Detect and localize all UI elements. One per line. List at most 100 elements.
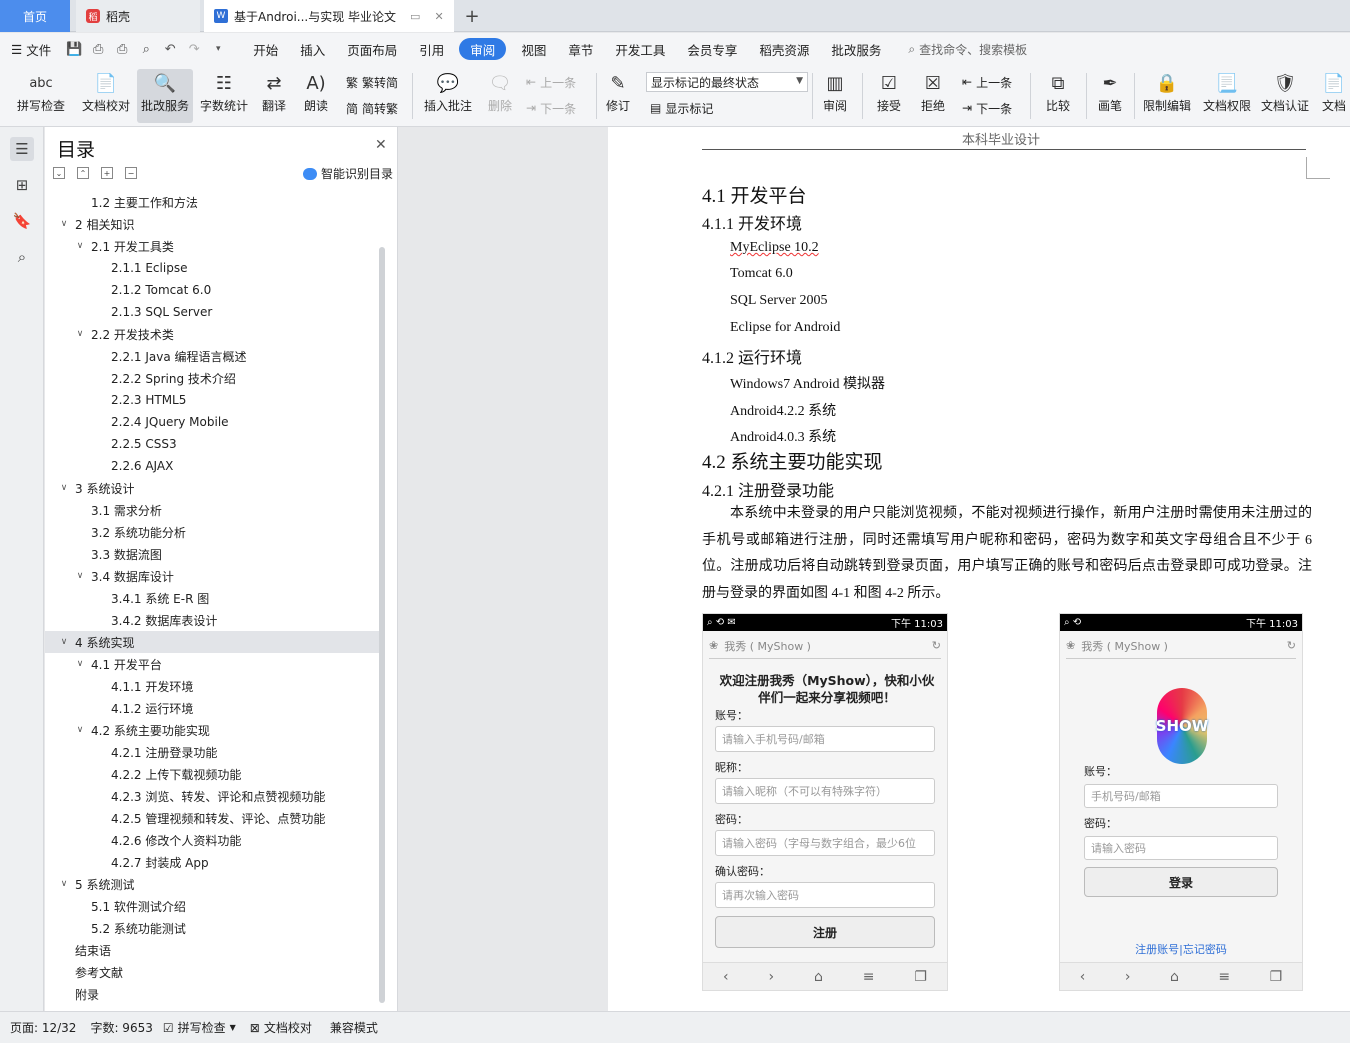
toc-item[interactable]: ∨ 4.1 开发平台	[45, 653, 380, 675]
toc-item[interactable]: 2.1.1 Eclipse	[45, 257, 380, 279]
chevron-down-icon[interactable]: ∨	[57, 637, 71, 647]
toc-item[interactable]: 1.2 主要工作和方法	[45, 191, 380, 213]
more-document-button[interactable]: 📄 文档	[1318, 69, 1350, 123]
remove-heading-icon[interactable]: −	[125, 167, 137, 179]
page-indicator[interactable]: 页面: 12/32	[10, 1019, 76, 1036]
toc-item[interactable]: 2.1.3 SQL Server	[45, 301, 380, 323]
chevron-down-icon[interactable]: ∨	[73, 241, 87, 251]
toc-item[interactable]: 4.2.3 浏览、转发、评论和点赞视频功能	[45, 785, 380, 807]
spell-check-button[interactable]: abc 拼写检查	[8, 69, 74, 123]
toc-item[interactable]: 2.1.2 Tomcat 6.0	[45, 279, 380, 301]
toc-item[interactable]: 4.2.2 上传下载视频功能	[45, 763, 380, 785]
restrict-editing-button[interactable]: 🔒 限制编辑	[1140, 69, 1194, 123]
next-change-button[interactable]: ⇥ 下一条	[962, 97, 1012, 119]
close-icon[interactable]: ✕	[375, 137, 387, 153]
toc-item[interactable]: 4.2.7 封装成 App	[45, 851, 380, 873]
toc-scrollbar[interactable]	[379, 247, 385, 1003]
toc-item[interactable]: 5.1 软件测试介绍	[45, 895, 380, 917]
menu-correction-service[interactable]: 批改服务	[820, 38, 892, 60]
correction-service-button[interactable]: 🔍 批改服务	[137, 69, 193, 123]
toc-item[interactable]: 2.2.5 CSS3	[45, 433, 380, 455]
expand-up-icon[interactable]: ⌃	[77, 167, 89, 179]
tab-pin-icon[interactable]: ▭	[410, 10, 420, 23]
compare-button[interactable]: ⧉ 比较	[1038, 69, 1078, 123]
document-page[interactable]: 本科毕业设计 4.1 开发平台 4.1.1 开发环境 MyEclipse 10.…	[608, 127, 1350, 1011]
toc-item[interactable]: 3.2 系统功能分析	[45, 521, 380, 543]
chevron-down-icon[interactable]: ∨	[73, 659, 87, 669]
menu-insert[interactable]: 插入	[289, 38, 336, 60]
track-changes-button[interactable]: ✎ 修订	[600, 69, 636, 123]
delete-comment-button[interactable]: 🗨 删除	[480, 69, 520, 123]
simplified-to-traditional-button[interactable]: 简 简转繁	[346, 97, 398, 119]
toc-item[interactable]: ∨ 3.4 数据库设计	[45, 565, 380, 587]
proofread-button[interactable]: 📄 文档校对	[78, 69, 134, 123]
menu-review[interactable]: 审阅	[459, 38, 507, 60]
chevron-down-icon[interactable]: ∨	[73, 329, 87, 339]
read-aloud-button[interactable]: A) 朗读	[298, 69, 334, 123]
toc-item[interactable]: ∨ 3 系统设计	[45, 477, 380, 499]
tab-close-icon[interactable]: ✕	[434, 10, 443, 23]
collapse-all-icon[interactable]: ⌄	[53, 167, 65, 179]
toc-item[interactable]: 结束语	[45, 939, 380, 961]
smart-toc-button[interactable]: 智能识别目录	[303, 165, 393, 182]
print-icon[interactable]: ⎙	[114, 41, 130, 57]
menu-developer[interactable]: 开发工具	[604, 38, 676, 60]
menu-member[interactable]: 会员专享	[676, 38, 748, 60]
command-search[interactable]: ⌕ 查找命令、搜索模板	[908, 41, 1027, 58]
accept-change-button[interactable]: ☑ 接受	[870, 69, 908, 123]
toc-panel-icon[interactable]: ☰	[10, 137, 34, 161]
menu-daoke-resources[interactable]: 稻壳资源	[748, 38, 820, 60]
previous-change-button[interactable]: ⇤ 上一条	[962, 71, 1012, 93]
save-icon[interactable]: 💾	[66, 41, 82, 57]
tab-document[interactable]: W 基于Androi...与实现 毕业论文 ▭ ✕	[204, 0, 454, 32]
menu-page-layout[interactable]: 页面布局	[336, 38, 408, 60]
toc-item[interactable]: ∨ 2.1 开发工具类	[45, 235, 380, 257]
toc-item[interactable]: 4.2.5 管理视频和转发、评论、点赞功能	[45, 807, 380, 829]
chevron-down-icon[interactable]: ∨	[57, 483, 71, 493]
status-proofread[interactable]: ⊠ 文档校对	[250, 1019, 312, 1036]
show-markup-button[interactable]: ▤ 显示标记	[650, 97, 713, 119]
toc-item[interactable]: 4.2.6 修改个人资料功能	[45, 829, 380, 851]
toc-item[interactable]: 2.2.1 Java 编程语言概述	[45, 345, 380, 367]
chevron-down-icon[interactable]: ∨	[73, 571, 87, 581]
add-heading-icon[interactable]: +	[101, 167, 113, 179]
toc-item[interactable]: 5.2 系统功能测试	[45, 917, 380, 939]
word-count-indicator[interactable]: 字数: 9653	[90, 1019, 152, 1036]
word-count-button[interactable]: ☷ 字数统计	[197, 69, 251, 123]
translate-button[interactable]: ⇄ 翻译	[256, 69, 292, 123]
toc-item[interactable]: 2.2.3 HTML5	[45, 389, 380, 411]
insert-comment-button[interactable]: 💬 插入批注	[420, 69, 476, 123]
toc-item[interactable]: 2.2.6 AJAX	[45, 455, 380, 477]
print-preview-icon[interactable]: ⌕	[138, 41, 154, 57]
redo-icon[interactable]: ↷	[186, 41, 202, 57]
pen-button[interactable]: ✒ 画笔	[1092, 69, 1128, 123]
file-menu[interactable]: ☰ 文件	[0, 38, 62, 60]
toc-item[interactable]: ∨ 2 相关知识	[45, 213, 380, 235]
status-spell-check[interactable]: ☑ 拼写检查 ▼	[163, 1019, 236, 1036]
toc-item[interactable]: ∨ 4 系统实现	[45, 631, 380, 653]
menu-view[interactable]: 视图	[510, 38, 557, 60]
toc-item[interactable]: 2.2.2 Spring 技术介绍	[45, 367, 380, 389]
menu-chapter[interactable]: 章节	[557, 38, 604, 60]
chevron-down-icon[interactable]: ∨	[73, 725, 87, 735]
toc-item[interactable]: 3.4.2 数据库表设计	[45, 609, 380, 631]
previous-comment-button[interactable]: ⇤ 上一条	[526, 71, 576, 93]
toc-item[interactable]: ∨ 4.2 系统主要功能实现	[45, 719, 380, 741]
new-tab-button[interactable]: +	[460, 0, 484, 32]
traditional-to-simplified-button[interactable]: 繁 繁转简	[346, 71, 398, 93]
document-permission-button[interactable]: 📃 文档权限	[1200, 69, 1254, 123]
markup-mode-select[interactable]: 显示标记的最终状态 ▼	[646, 72, 808, 92]
tab-home[interactable]: 首页	[0, 0, 70, 32]
toc-item[interactable]: 附录	[45, 983, 380, 1005]
toc-item[interactable]: ∨ 2.2 开发技术类	[45, 323, 380, 345]
review-pane-button[interactable]: ▥ 审阅	[816, 69, 854, 123]
next-comment-button[interactable]: ⇥ 下一条	[526, 97, 576, 119]
toc-item[interactable]: 2.2.4 JQuery Mobile	[45, 411, 380, 433]
toc-item[interactable]: ∨ 5 系统测试	[45, 873, 380, 895]
bookmark-icon[interactable]: 🔖	[10, 209, 34, 233]
toc-item[interactable]: 4.1.1 开发环境	[45, 675, 380, 697]
toc-item[interactable]: 4.2.1 注册登录功能	[45, 741, 380, 763]
toc-item[interactable]: 参考文献	[45, 961, 380, 983]
menu-start[interactable]: 开始	[242, 38, 289, 60]
undo-icon[interactable]: ↶	[162, 41, 178, 57]
